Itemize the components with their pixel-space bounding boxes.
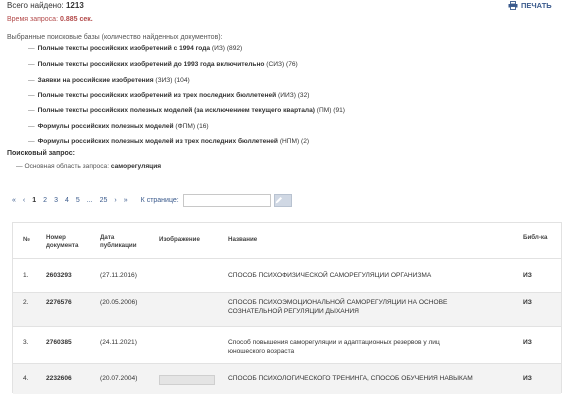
dash-icon: —	[28, 138, 35, 145]
dash-icon: —	[28, 107, 35, 114]
database-name: Формулы российских полезных моделей	[37, 123, 174, 130]
print-button[interactable]: ПЕЧАТЬ	[508, 1, 552, 10]
page-ellipsis: ...	[86, 197, 93, 204]
doc-number-link[interactable]: 2603293	[46, 271, 72, 280]
query-value: саморегуляция	[110, 163, 162, 170]
database-count: (ФПМ) (16)	[175, 123, 209, 130]
query-header: Поисковый запрос:	[7, 150, 75, 157]
query-time-label: Время запроса:	[7, 16, 59, 23]
pencil-icon	[275, 196, 283, 206]
print-label: ПЕЧАТЬ	[521, 1, 552, 10]
page-link[interactable]: 3	[54, 197, 58, 204]
query-area-label: Основная область запроса:	[24, 163, 110, 170]
document-image-thumbnail[interactable]	[159, 375, 215, 385]
last-page-link[interactable]: »	[124, 197, 128, 204]
col-header-library: Библ-ка	[523, 234, 548, 241]
doc-title-line: СПОСОБ ПСИХОЭМОЦИОНАЛЬНОЙ САМОРЕГУЛЯЦИИ …	[228, 299, 448, 306]
pub-date: (27.11.2016)	[100, 272, 137, 279]
database-count: (ИИЗ) (32)	[278, 92, 310, 99]
doc-number-link[interactable]: 2276576	[46, 298, 72, 307]
pub-date: (20.05.2006)	[100, 299, 138, 306]
doc-title-link[interactable]: СПОСОБ ПСИХОЛОГИЧЕСКОГО ТРЕНИНГА, СПОСОБ…	[228, 374, 473, 383]
query-line: — Основная область запроса: саморегуляци…	[16, 163, 161, 170]
database-item: — Полные тексты российских изобретений до…	[28, 61, 298, 68]
results-table: № Номер документа Дата публикации Изобра…	[12, 222, 562, 394]
dash-icon: —	[28, 61, 35, 68]
database-item: — Формулы российских полезных моделей из …	[28, 138, 309, 145]
library-code: ИЗ	[523, 299, 532, 306]
database-name: Полные тексты российских изобретений до …	[37, 61, 265, 68]
col-header-title: Название	[228, 236, 258, 243]
database-name: Заявки на российские изобретения	[37, 77, 154, 84]
total-found: Всего найдено: 1213	[7, 1, 84, 10]
row-index: 1.	[23, 272, 29, 279]
page-link[interactable]: 2	[43, 197, 47, 204]
pagination: « ‹ 1 2 3 4 5 ... 25 › » К странице:	[12, 194, 292, 207]
row-index: 4.	[23, 375, 29, 382]
doc-title-link[interactable]: Способ повышения саморегуляции и адаптац…	[228, 338, 440, 356]
col-header-pub-date: Дата публикации	[100, 234, 137, 249]
doc-title-line: Способ повышения саморегуляции и адаптац…	[228, 339, 440, 346]
page-link[interactable]: 4	[65, 197, 69, 204]
dash-icon: —	[28, 92, 35, 99]
doc-title-link[interactable]: СПОСОБ ПСИХОЭМОЦИОНАЛЬНОЙ САМОРЕГУЛЯЦИИ …	[228, 298, 447, 316]
database-count: (СИЗ) (76)	[266, 61, 298, 68]
prev-page-link[interactable]: ‹	[23, 197, 25, 204]
doc-title-link[interactable]: СПОСОБ ПСИХОФИЗИЧЕСКОЙ САМОРЕГУЛЯЦИИ ОРГ…	[228, 271, 431, 280]
database-item: — Формулы российских полезных моделей (ФП…	[28, 123, 209, 130]
total-found-value: 1213	[65, 1, 84, 10]
total-found-label: Всего найдено:	[7, 1, 64, 10]
next-page-link[interactable]: ›	[114, 197, 116, 204]
row-index: 3.	[23, 339, 29, 346]
database-name: Полные тексты российских полезных моделе…	[37, 107, 315, 114]
library-code: ИЗ	[523, 339, 532, 346]
database-name: Формулы российских полезных моделей из т…	[37, 138, 278, 145]
row-index: 2.	[23, 299, 29, 306]
first-page-link[interactable]: «	[12, 197, 16, 204]
jump-to-page-label: К странице:	[140, 197, 179, 204]
databases-header: Выбранные поисковые базы (количество най…	[7, 34, 223, 41]
table-row[interactable]: 3. 2760385 (24.11.2021) Способ повышения…	[13, 326, 561, 364]
doc-title-line: СОЗНАТЕЛЬНОЙ РЕГУЛЯЦИИ ДЫХАНИЯ	[228, 308, 359, 315]
query-time: Время запроса: 0.885 сек.	[7, 16, 93, 23]
dash-icon: —	[28, 45, 35, 52]
printer-icon	[508, 1, 518, 10]
table-row[interactable]: 1. 2603293 (27.11.2016) СПОСОБ ПСИХОФИЗИ…	[13, 258, 561, 293]
page-link[interactable]: 5	[76, 197, 80, 204]
library-code: ИЗ	[523, 272, 532, 279]
jump-to-page-input[interactable]	[182, 194, 271, 207]
database-item: — Полные тексты российских изобретений из…	[28, 92, 309, 99]
page-link-last[interactable]: 25	[100, 197, 108, 204]
database-name: Полные тексты российских изобретений с 1…	[37, 45, 211, 52]
database-name: Полные тексты российских изобретений из …	[37, 92, 277, 99]
query-time-value: 0.885 сек.	[59, 16, 93, 23]
col-header-doc-number: Номер документа	[46, 234, 79, 249]
col-header-no: №	[23, 236, 30, 243]
table-row[interactable]: 4. 2232606 (20.07.2004) СПОСОБ ПСИХОЛОГИ…	[13, 363, 561, 394]
pub-date: (20.07.2004)	[100, 375, 138, 382]
pub-date: (24.11.2021)	[100, 339, 137, 346]
jump-go-button[interactable]	[273, 194, 292, 207]
database-item: — Полные тексты российских изобретений с …	[28, 45, 242, 52]
database-count: (НПМ) (2)	[279, 138, 310, 145]
table-row[interactable]: 2. 2276576 (20.05.2006) СПОСОБ ПСИХОЭМОЦ…	[13, 292, 561, 327]
library-code: ИЗ	[523, 375, 532, 382]
dash-icon: —	[28, 123, 35, 130]
database-item: — Полные тексты российских полезных модел…	[28, 107, 345, 114]
col-header-image: Изображение	[159, 236, 200, 243]
doc-title-line: юношеского возраста	[228, 348, 295, 355]
database-count: (ЗИЗ) (104)	[155, 77, 190, 84]
doc-number-link[interactable]: 2760385	[46, 338, 72, 347]
doc-number-link[interactable]: 2232606	[46, 374, 72, 383]
dash-icon: —	[28, 77, 35, 84]
database-item: — Заявки на российские изобретения (ЗИЗ) …	[28, 77, 190, 84]
page-link-current[interactable]: 1	[32, 197, 36, 204]
database-count: (ПМ) (91)	[316, 107, 345, 114]
database-count: (ИЗ) (892)	[211, 45, 243, 52]
